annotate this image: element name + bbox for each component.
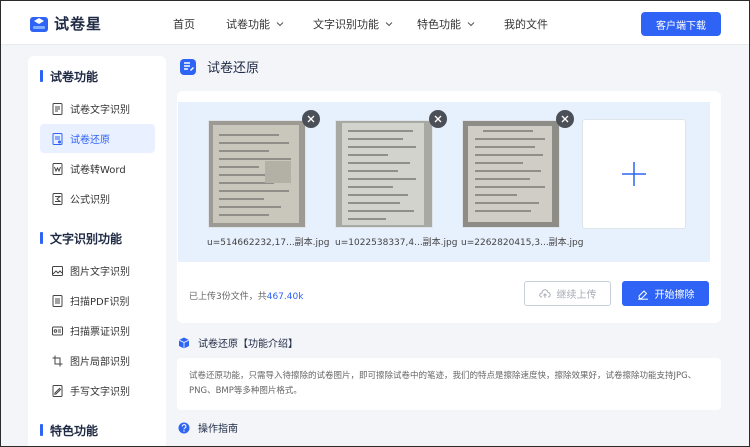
nav-home-label: 首页 bbox=[173, 18, 195, 31]
formula-icon bbox=[52, 192, 63, 205]
intro-title-label: 试卷还原【功能介绍】 bbox=[198, 339, 298, 350]
plus-icon bbox=[622, 162, 646, 186]
sidebar-group-special: 特色功能 bbox=[40, 422, 98, 439]
doc-restore-icon bbox=[52, 132, 63, 145]
file-name: u=2262820415,3...副本.jpg bbox=[461, 238, 584, 248]
sidebar-group-ocr: 文字识别功能 bbox=[40, 230, 122, 247]
cube-icon bbox=[178, 337, 190, 348]
sidebar-item-exam-restore[interactable]: 试卷还原 bbox=[40, 124, 155, 153]
continue-upload-button[interactable]: 继续上传 bbox=[524, 281, 611, 306]
top-nav-bar: 试卷星 首页 试卷功能 文字识别功能 特色功能 我的文件 客户端下载 bbox=[1, 1, 749, 45]
start-erase-label: 开始擦除 bbox=[654, 290, 695, 301]
nav-ocr-features[interactable]: 文字识别功能 bbox=[313, 16, 393, 32]
exam-photo-image bbox=[209, 121, 305, 227]
close-icon bbox=[307, 115, 315, 123]
exam-photo-image bbox=[336, 121, 432, 227]
add-file-button[interactable] bbox=[582, 119, 686, 229]
sidebar-item-label: 扫描票证识别 bbox=[70, 327, 130, 338]
close-icon bbox=[434, 115, 442, 123]
file-thumbnail[interactable] bbox=[208, 120, 306, 228]
nav-my-files-label: 我的文件 bbox=[504, 18, 548, 31]
guide-title-label: 操作指南 bbox=[198, 424, 238, 435]
crop-icon bbox=[52, 355, 63, 366]
nav-ocr-features-label: 文字识别功能 bbox=[313, 18, 379, 31]
file-name: u=514662232,17...副本.jpg bbox=[207, 238, 330, 248]
nav-my-files[interactable]: 我的文件 bbox=[504, 16, 548, 32]
brand-logo-icon bbox=[30, 16, 48, 32]
nav-home[interactable]: 首页 bbox=[173, 16, 195, 32]
handwrite-icon bbox=[52, 384, 63, 397]
brand-name: 试卷星 bbox=[54, 15, 103, 33]
eraser-icon bbox=[637, 289, 648, 300]
remove-file-button[interactable] bbox=[556, 110, 574, 128]
brand-logo[interactable]: 试卷星 bbox=[29, 13, 102, 34]
sidebar-group-exam: 试卷功能 bbox=[40, 68, 98, 85]
file-thumbnail[interactable] bbox=[462, 120, 560, 228]
chevron-down-icon bbox=[276, 22, 284, 27]
remove-file-button[interactable] bbox=[429, 110, 447, 128]
sidebar-item-label: 扫描PDF识别 bbox=[70, 297, 130, 308]
sidebar-item-label: 公式识别 bbox=[70, 195, 110, 206]
sidebar-item-handwrite-ocr[interactable]: 手写文字识别 bbox=[40, 376, 155, 405]
file-thumbnail[interactable] bbox=[335, 120, 433, 228]
nav-special-features[interactable]: 特色功能 bbox=[417, 16, 475, 32]
file-name: u=1022538337,4...副本.jpg bbox=[335, 238, 458, 248]
intro-text: 试卷还原功能，只需导入待擦除的试卷图片，即可擦除试卷中的笔迹，我们的特点是擦除速… bbox=[177, 358, 721, 410]
pdf-scan-icon bbox=[52, 294, 63, 307]
continue-upload-label: 继续上传 bbox=[556, 290, 597, 301]
sidebar-item-exam-ocr[interactable]: 试卷文字识别 bbox=[40, 94, 155, 123]
nav-exam-features[interactable]: 试卷功能 bbox=[226, 16, 284, 32]
sidebar-item-formula[interactable]: 公式识别 bbox=[40, 184, 155, 213]
help-icon bbox=[178, 422, 190, 433]
nav-exam-features-label: 试卷功能 bbox=[226, 18, 270, 31]
image-icon bbox=[52, 265, 63, 276]
page-title-row: 试卷还原 bbox=[179, 57, 259, 76]
intro-section-title: 试卷还原【功能介绍】 bbox=[178, 335, 298, 350]
start-erase-button[interactable]: 开始擦除 bbox=[622, 281, 709, 306]
sidebar-item-label: 手写文字识别 bbox=[70, 387, 130, 398]
sidebar-item-label: 图片局部识别 bbox=[70, 357, 130, 368]
sidebar: 试卷功能 试卷文字识别 试卷还原 试卷转Word 公式识别 文字识别功能 图片文… bbox=[28, 56, 166, 446]
sidebar-item-exam-word[interactable]: 试卷转Word bbox=[40, 154, 155, 183]
chevron-down-icon bbox=[385, 22, 393, 27]
ticket-icon bbox=[52, 326, 63, 335]
client-download-button[interactable]: 客户端下载 bbox=[641, 12, 721, 36]
guide-section-title: 操作指南 bbox=[178, 420, 238, 435]
close-icon bbox=[561, 115, 569, 123]
sidebar-item-label: 试卷转Word bbox=[70, 165, 126, 176]
sidebar-item-image-ocr[interactable]: 图片文字识别 bbox=[40, 256, 155, 285]
doc-word-icon bbox=[52, 162, 63, 175]
sidebar-item-label: 试卷文字识别 bbox=[70, 105, 130, 116]
upload-status-prefix: 已上传3份文件，共 bbox=[189, 292, 267, 302]
app-frame: 试卷星 首页 试卷功能 文字识别功能 特色功能 我的文件 客户端下载 试卷功能 … bbox=[0, 0, 750, 447]
chevron-down-icon bbox=[467, 22, 475, 27]
sidebar-item-label: 试卷还原 bbox=[70, 135, 110, 146]
exam-photo-image bbox=[463, 121, 559, 227]
sidebar-item-pdf-ocr[interactable]: 扫描PDF识别 bbox=[40, 286, 155, 315]
upload-status: 已上传3份文件，共467.40k bbox=[189, 289, 303, 302]
page-title: 试卷还原 bbox=[207, 61, 260, 76]
exam-restore-icon bbox=[180, 58, 196, 75]
cloud-upload-icon bbox=[538, 288, 551, 298]
remove-file-button[interactable] bbox=[302, 110, 320, 128]
doc-scan-icon bbox=[52, 102, 63, 115]
nav-special-features-label: 特色功能 bbox=[417, 18, 461, 31]
sidebar-item-partial-ocr[interactable]: 图片局部识别 bbox=[40, 346, 155, 375]
sidebar-item-label: 图片文字识别 bbox=[70, 267, 130, 278]
sidebar-item-ticket-ocr[interactable]: 扫描票证识别 bbox=[40, 316, 155, 345]
upload-total-size: 467.40k bbox=[266, 292, 304, 302]
